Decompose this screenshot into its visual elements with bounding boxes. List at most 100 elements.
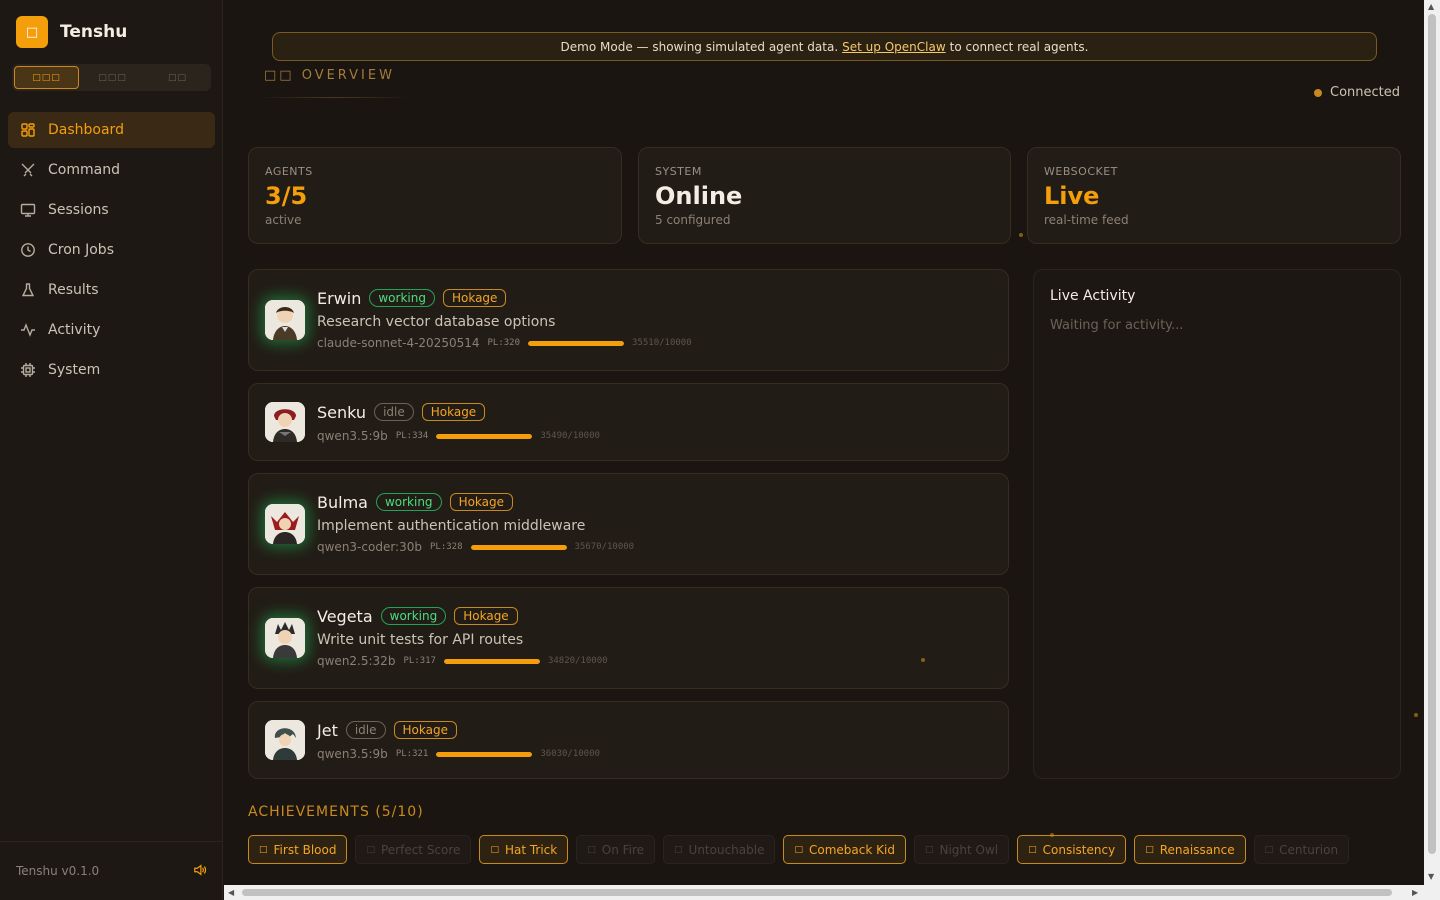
agent-card-senku[interactable]: Senku idle Hokage qwen3.5:9b PL:334 3549… (248, 383, 1009, 461)
agent-name: Bulma (317, 492, 368, 512)
lang-option-1[interactable]: □□□ (14, 66, 79, 89)
sidebar-item-activity[interactable]: Activity (8, 312, 215, 348)
rank-badge: Hokage (449, 493, 514, 511)
avatar (265, 618, 305, 658)
brand[interactable]: □ Tenshu (16, 16, 127, 48)
agent-name: Vegeta (317, 606, 373, 626)
agent-model: qwen3.5:9b (317, 747, 388, 761)
page-title: □□ OVERVIEW (264, 68, 395, 83)
brand-name: Tenshu (60, 22, 128, 42)
sidebar-item-dashboard[interactable]: Dashboard (8, 112, 215, 148)
achievement-centurion[interactable]: □ Centurion (1253, 835, 1350, 864)
achievement-untouchable[interactable]: □ Untouchable (663, 835, 776, 864)
achievement-label: Consistency (1042, 842, 1116, 857)
connection-status: Connected (1314, 85, 1400, 100)
setup-openclaw-link[interactable]: Set up OpenClaw (842, 40, 946, 54)
flask-icon (20, 282, 36, 298)
xp-value: 36030/10000 (540, 749, 600, 759)
stat-label: SYSTEM (655, 165, 702, 178)
agent-card-vegeta[interactable]: Vegeta working Hokage Write unit tests f… (248, 587, 1009, 689)
lock-icon: □ (924, 844, 934, 855)
sidebar-item-sessions[interactable]: Sessions (8, 192, 215, 228)
status-badge: working (380, 607, 447, 625)
achievements-title: ACHIEVEMENTS (5/10) (248, 804, 424, 820)
avatar (265, 300, 305, 340)
achievement-renaissance[interactable]: □ Renaissance (1134, 835, 1246, 864)
agent-name: Jet (317, 720, 338, 740)
scroll-left-icon[interactable]: ◀ (228, 888, 234, 897)
sidebar-item-label: System (48, 362, 101, 378)
stat-label: AGENTS (265, 165, 313, 178)
grid-icon (20, 122, 36, 138)
achievement-on-fire[interactable]: □ On Fire (576, 835, 656, 864)
sidebar-item-command[interactable]: Command (8, 152, 215, 188)
achievement-first-blood[interactable]: □ First Blood (248, 835, 348, 864)
avatar (265, 504, 305, 544)
xp-bar (436, 751, 533, 757)
achievement-label: Night Owl (939, 842, 999, 857)
agent-card-jet[interactable]: Jet idle Hokage qwen3.5:9b PL:321 36030/… (248, 701, 1009, 779)
avatar (265, 720, 305, 760)
agent-model: qwen3-coder:30b (317, 540, 422, 554)
power-level: PL:334 (395, 431, 429, 441)
power-level: PL:317 (403, 656, 436, 666)
shield-icon: □ (16, 16, 48, 48)
achievement-label: Perfect Score (380, 842, 461, 857)
agent-card-bulma[interactable]: Bulma working Hokage Implement authentic… (248, 473, 1009, 575)
achievement-label: On Fire (601, 842, 645, 857)
xp-value: 35510/10000 (632, 338, 692, 348)
banner-text: Demo Mode — showing simulated agent data… (560, 39, 839, 54)
sidebar-item-cron-jobs[interactable]: Cron Jobs (8, 232, 215, 268)
achievement-consistency[interactable]: □ Consistency (1017, 835, 1127, 864)
achievement-hat-trick[interactable]: □ Hat Trick (479, 835, 569, 864)
status-badge: idle (345, 721, 386, 739)
sidebar-item-label: Command (48, 162, 120, 178)
scroll-up-icon[interactable]: ▲ (1428, 2, 1434, 11)
agent-card-erwin[interactable]: Erwin working Hokage Research vector dat… (248, 269, 1009, 371)
power-level: PL:328 (429, 542, 463, 552)
agent-info: Erwin working Hokage Research vector dat… (317, 287, 692, 351)
achievement-label: Renaissance (1159, 842, 1235, 857)
ember-particle (1019, 233, 1023, 237)
stat-value: Online (655, 182, 743, 210)
xp-bar (470, 544, 567, 550)
sidebar-item-system[interactable]: System (8, 352, 215, 388)
achievement-night-owl[interactable]: □ Night Owl (913, 835, 1010, 864)
scroll-down-icon[interactable]: ▼ (1428, 872, 1434, 881)
xp-value: 35670/10000 (574, 542, 635, 552)
agent-model: qwen3.5:9b (317, 429, 388, 443)
sidebar-nav: Dashboard Command Sessions Cron Jobs Res… (8, 112, 215, 392)
status-dot-icon (1314, 88, 1322, 97)
sidebar-footer: Tenshu v0.1.0 (0, 841, 223, 900)
vertical-scrollbar[interactable]: ▲ ▼ (1424, 0, 1440, 885)
status-badge: idle (374, 403, 414, 421)
xp-value: 35490/10000 (540, 431, 600, 441)
xp-value: 34820/10000 (547, 656, 608, 666)
sidebar-item-label: Cron Jobs (48, 242, 114, 258)
live-activity-panel: Live Activity Waiting for activity... (1033, 269, 1401, 779)
vertical-scroll-thumb[interactable] (1428, 14, 1436, 854)
achievement-label: Comeback Kid (809, 842, 895, 857)
stat-value: Live (1044, 182, 1100, 210)
stat-card-agents: AGENTS 3/5 active (248, 147, 622, 244)
agent-task: Research vector database options (317, 314, 556, 330)
achievement-perfect-score[interactable]: □ Perfect Score (355, 835, 472, 864)
lang-option-3[interactable]: □□ (146, 66, 209, 89)
sidebar-item-results[interactable]: Results (8, 272, 215, 308)
banner-text-after: to connect real agents. (949, 39, 1089, 54)
stat-sub: 5 configured (655, 213, 731, 227)
xp-bar (528, 340, 625, 346)
achievement-comeback-kid[interactable]: □ Comeback Kid (783, 835, 906, 864)
status-badge: working (369, 289, 435, 307)
crossed-swords-icon (20, 162, 36, 178)
scroll-right-icon[interactable]: ▶ (1412, 888, 1418, 897)
speaker-icon[interactable] (193, 862, 207, 881)
horizontal-scrollbar[interactable]: ◀ ▶ (224, 885, 1424, 900)
lang-option-2[interactable]: □□□ (81, 66, 144, 89)
lock-icon: □ (674, 844, 683, 855)
stat-label: WEBSOCKET (1044, 165, 1118, 178)
horizontal-scroll-thumb[interactable] (242, 889, 1392, 896)
stat-value: 3/5 (265, 182, 308, 210)
sidebar-item-label: Activity (48, 322, 101, 338)
sidebar-item-label: Results (48, 282, 99, 298)
